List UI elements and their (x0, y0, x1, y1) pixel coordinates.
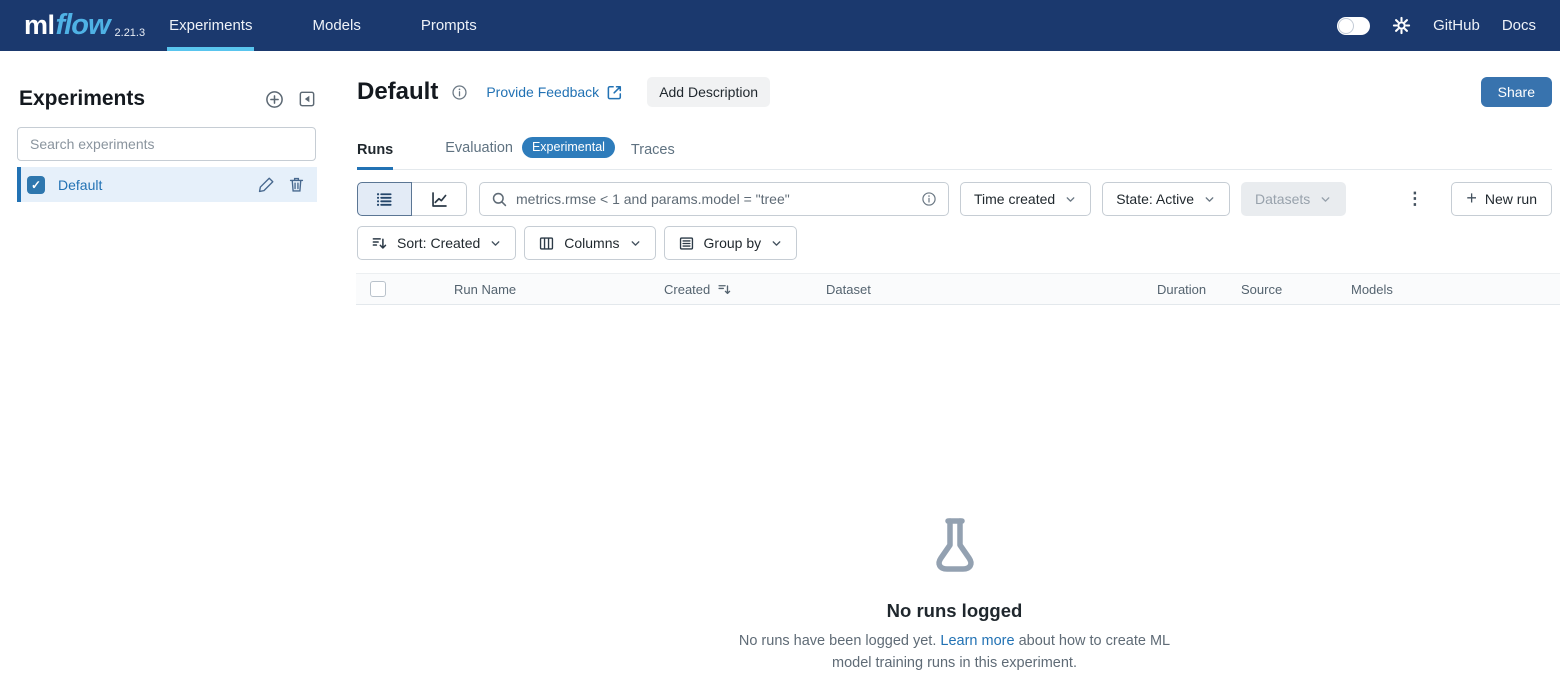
logo-flow-text: flow (55, 9, 111, 41)
learn-more-link[interactable]: Learn more (940, 633, 1014, 649)
github-link[interactable]: GitHub (1433, 17, 1480, 34)
sort-button[interactable]: Sort: Created (357, 226, 517, 260)
external-link-icon (607, 85, 622, 99)
time-created-filter[interactable]: Time created (960, 182, 1092, 216)
sidebar-title: Experiments (19, 87, 146, 110)
more-options-kebab-icon[interactable]: ⋮ (1400, 189, 1429, 209)
chart-view-button[interactable] (412, 182, 467, 216)
new-experiment-icon[interactable] (265, 90, 284, 109)
experiment-info-icon[interactable] (451, 84, 468, 101)
chevron-down-icon (1064, 193, 1077, 206)
column-header-created[interactable]: Created (656, 282, 818, 297)
empty-state-text: No runs have been logged yet. Learn more… (738, 633, 1171, 672)
flask-icon (935, 518, 974, 572)
page-title: Default (357, 78, 439, 105)
tab-evaluation[interactable]: Evaluation Experimental (445, 137, 615, 169)
list-view-button[interactable] (357, 182, 412, 216)
select-all-checkbox[interactable] (370, 281, 386, 297)
state-filter[interactable]: State: Active (1102, 182, 1231, 216)
add-description-button[interactable]: Add Description (647, 77, 771, 107)
tab-runs[interactable]: Runs (357, 142, 394, 170)
column-header-run-name[interactable]: Run Name (446, 282, 656, 297)
experiment-list-item-default[interactable]: ✓ Default (17, 167, 317, 202)
experiments-sidebar: Experiments ✓ Default (0, 51, 332, 679)
logo-ml-text: ml (24, 10, 55, 40)
collapse-sidebar-icon[interactable] (298, 90, 316, 108)
column-header-models[interactable]: Models (1343, 282, 1560, 297)
datasets-filter: Datasets (1241, 182, 1347, 216)
nav-tab-models[interactable]: Models (310, 0, 362, 51)
new-run-button[interactable]: + New run (1451, 182, 1552, 216)
tab-traces[interactable]: Traces (631, 142, 675, 169)
view-mode-switcher (357, 182, 467, 216)
chevron-down-icon (1203, 193, 1216, 206)
search-info-icon[interactable] (921, 191, 937, 207)
chart-view-icon (431, 191, 447, 207)
theme-toggle[interactable] (1337, 16, 1371, 35)
settings-gear-icon[interactable] (1392, 16, 1411, 35)
group-by-button[interactable]: Group by (663, 226, 798, 260)
chevron-down-icon (1319, 193, 1332, 206)
plus-icon: + (1466, 187, 1477, 208)
chevron-down-icon (489, 237, 502, 250)
empty-state-title: No runs logged (886, 600, 1023, 621)
navbar-tabs: Experiments Models Prompts (167, 0, 535, 51)
chevron-down-icon (629, 237, 642, 250)
nav-tab-prompts[interactable]: Prompts (419, 0, 479, 51)
delete-experiment-icon[interactable] (288, 176, 305, 193)
docs-link[interactable]: Docs (1502, 17, 1536, 34)
experiment-name[interactable]: Default (58, 177, 102, 193)
top-navbar: ml flow 2.21.3 Experiments Models Prompts… (0, 0, 1560, 51)
share-button[interactable]: Share (1480, 77, 1552, 107)
mlflow-logo[interactable]: ml flow 2.21.3 (24, 0, 145, 51)
column-header-duration[interactable]: Duration (1149, 282, 1233, 297)
run-search-box (479, 182, 949, 216)
sort-descending-icon (718, 284, 731, 294)
chevron-down-icon (770, 237, 783, 250)
experiment-tabs: Runs Evaluation Experimental Traces (357, 137, 1552, 170)
main-panel: Default Provide Feedback Add Description… (332, 51, 1560, 679)
search-experiments-input[interactable] (17, 127, 316, 161)
version-label: 2.21.3 (114, 26, 146, 39)
columns-button[interactable]: Columns (524, 226, 656, 260)
nav-tab-experiments[interactable]: Experiments (167, 0, 255, 51)
search-icon (492, 192, 507, 206)
sort-icon (371, 235, 388, 252)
column-header-dataset[interactable]: Dataset (818, 282, 1149, 297)
provide-feedback-link[interactable]: Provide Feedback (486, 84, 623, 101)
runs-table-header: Run Name Created Dataset Duration Source… (356, 273, 1560, 305)
run-filter-input[interactable] (516, 191, 913, 207)
experimental-badge: Experimental (521, 137, 615, 158)
column-header-source[interactable]: Source (1233, 282, 1343, 297)
experiment-checkbox[interactable]: ✓ (27, 175, 45, 194)
edit-experiment-icon[interactable] (258, 176, 275, 193)
columns-icon (538, 235, 555, 252)
list-view-icon (376, 192, 392, 206)
navbar-right: GitHub Docs (1337, 0, 1536, 51)
group-by-icon (678, 235, 695, 252)
empty-state: No runs logged No runs have been logged … (357, 514, 1552, 675)
theme-toggle-knob (1338, 17, 1355, 34)
